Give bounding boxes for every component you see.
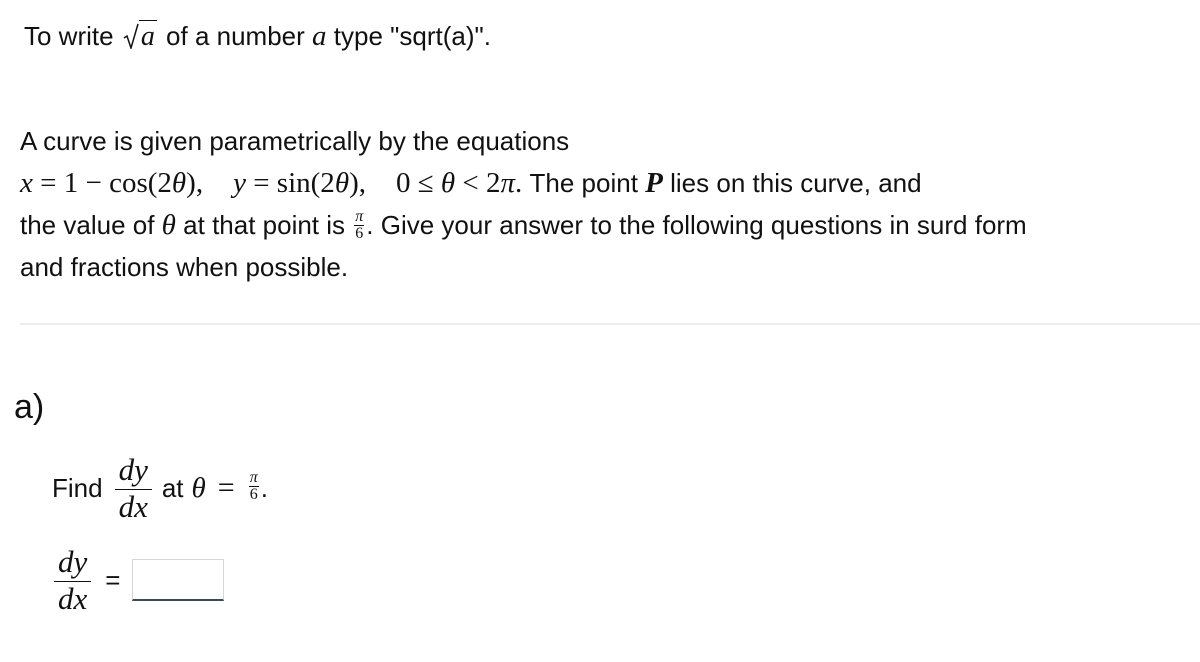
theta-symbol: θ [161, 209, 176, 241]
problem-text-value-of: the value of [20, 210, 155, 240]
sqrt-expression: a [123, 20, 157, 53]
problem-line-3: the value of θ at that point is π6. Give… [20, 204, 1027, 246]
hint-variable: a [312, 20, 327, 52]
answer-input[interactable] [132, 559, 225, 601]
at-label: at [161, 472, 184, 503]
answer-derivative-fraction: dy dx [54, 544, 92, 616]
theta-symbol: θ [191, 471, 206, 504]
problem-statement: A curve is given parametrically by the e… [20, 120, 1027, 288]
equals-sign: = [217, 471, 235, 504]
answer-equals-sign: = [105, 564, 121, 595]
problem-line-2: x = 1 − cos(2θ), y = sin(2θ), 0 ≤ θ < 2π. … [20, 162, 1027, 204]
equation-y: y = sin(2θ), [233, 167, 366, 199]
problem-text-at-point: at that point is [183, 210, 346, 240]
problem-line-1: A curve is given parametrically by the e… [20, 126, 570, 156]
hint-prefix: To write [24, 21, 114, 51]
answer-row: dy dx = [52, 540, 225, 620]
answer-derivative-denominator: dx [58, 580, 88, 616]
fraction-numerator: π [248, 468, 259, 487]
equation-x: x = 1 − cos(2θ), [20, 167, 204, 199]
problem-text-curve: lies on this curve, and [670, 168, 922, 198]
derivative-fraction: dy dx [114, 452, 152, 524]
answer-derivative-numerator: dy [54, 544, 92, 582]
problem-text-point: The point [529, 168, 638, 198]
hint-middle: of a number [166, 21, 305, 51]
theta-value-fraction: π6 [248, 468, 259, 503]
radical-icon [123, 23, 139, 49]
fraction-numerator: π [354, 207, 365, 226]
hint-suffix: type "sqrt(a)". [333, 21, 491, 51]
problem-text-instructions: . Give your answer to the following ques… [366, 210, 1027, 240]
period: . [260, 472, 268, 503]
find-label: Find [52, 472, 103, 503]
problem-line-4: and fractions when possible. [20, 252, 349, 282]
part-a-question: Find dy dx at θ = π6 . [52, 448, 268, 528]
derivative-denominator: dx [118, 488, 148, 524]
fraction-denominator: 6 [355, 224, 364, 242]
sqrt-argument: a [138, 20, 157, 52]
derivative-numerator: dy [114, 452, 152, 490]
fraction-denominator: 6 [249, 485, 258, 503]
hint-text: To write a of a number a type "sqrt(a)". [24, 20, 491, 53]
theta-domain: 0 ≤ θ < 2π. [395, 167, 523, 199]
theta-value-fraction: π6 [354, 207, 365, 242]
part-label: a) [14, 388, 45, 426]
point-label: P [645, 167, 663, 199]
section-divider [20, 323, 1200, 325]
